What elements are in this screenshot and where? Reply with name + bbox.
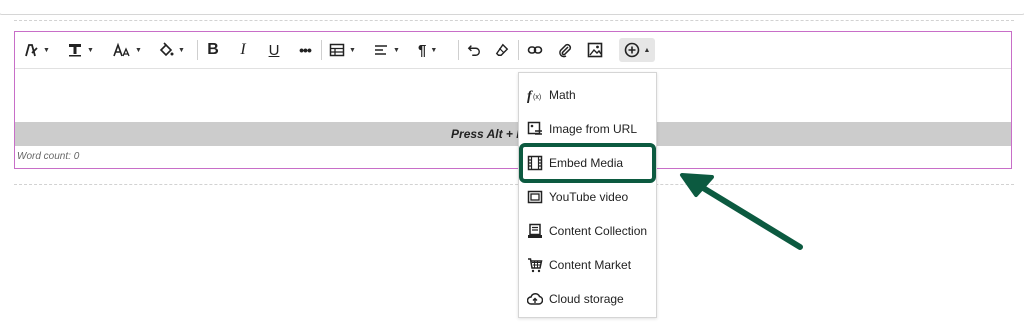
menu-item-label: Cloud storage <box>549 292 624 306</box>
undo-icon <box>467 43 481 57</box>
font-size-button[interactable]: ▼ <box>113 38 142 62</box>
shopping-cart-icon <box>527 257 543 273</box>
attach-file-button[interactable] <box>555 38 575 62</box>
table-button[interactable]: ▼ <box>329 38 356 62</box>
text-style-button[interactable]: ▼ <box>23 38 50 62</box>
insert-image-button[interactable] <box>585 38 605 62</box>
eraser-icon <box>495 43 509 57</box>
toolbar-separator <box>458 40 459 60</box>
italic-button[interactable]: I <box>233 38 253 62</box>
dashed-divider-bottom <box>14 184 1014 185</box>
menu-item-label: Math <box>549 88 576 102</box>
menu-item-math[interactable]: f (x) Math <box>519 81 656 109</box>
chevron-down-icon: ▼ <box>349 46 356 54</box>
clear-format-button[interactable] <box>493 38 511 62</box>
menu-item-image-from-url[interactable]: Image from URL <box>519 115 656 143</box>
underline-icon: U <box>268 41 280 59</box>
heading-format-icon <box>67 42 83 58</box>
menu-item-content-collection[interactable]: Content Collection <box>519 217 656 245</box>
menu-item-cloud-storage[interactable]: Cloud storage <box>519 285 656 313</box>
paragraph-button[interactable]: ¶ ▼ <box>418 38 437 62</box>
insert-link-button[interactable] <box>525 38 545 62</box>
image-icon <box>587 42 603 58</box>
video-frame-icon <box>527 189 543 205</box>
bold-icon: B <box>207 41 219 58</box>
annotation-arrow <box>680 173 803 250</box>
highlight-color-button[interactable]: ▼ <box>158 38 185 62</box>
chevron-down-icon: ▼ <box>87 46 94 54</box>
math-function-icon: f (x) <box>527 87 543 103</box>
menu-item-label: Content Collection <box>549 224 648 238</box>
format-heading-button[interactable]: ▼ <box>67 38 94 62</box>
content-collection-icon <box>527 223 543 239</box>
previous-panel-frame <box>0 0 1024 15</box>
undo-button[interactable] <box>465 38 483 62</box>
chevron-down-icon: ▼ <box>178 46 185 54</box>
align-button[interactable]: ▼ <box>373 38 400 62</box>
accessibility-status-bar: Press Alt + F10 to acc <box>15 122 1011 146</box>
align-left-icon <box>373 42 389 58</box>
insert-content-menu: f (x) Math Image from URL Embed Media You… <box>518 72 657 318</box>
word-count: Word count: 0 <box>17 151 80 162</box>
chevron-down-icon: ▼ <box>43 46 50 54</box>
dashed-divider-top <box>14 20 1014 21</box>
image-url-icon <box>527 121 543 137</box>
toolbar-separator <box>321 40 322 60</box>
toolbar-separator <box>518 40 519 60</box>
toolbar-separator <box>197 40 198 60</box>
chevron-up-icon: ▲ <box>643 46 651 54</box>
menu-item-label: Content Market <box>549 258 632 272</box>
editor-toolbar: ▼ ▼ ▼ ▼ B I U ••• ▼ ▼ ¶ ▼ ▲ <box>15 32 1011 69</box>
insert-content-button[interactable]: ▲ <box>619 38 655 62</box>
chevron-down-icon: ▼ <box>430 46 438 54</box>
link-icon <box>527 42 543 58</box>
underline-button[interactable]: U <box>264 38 284 62</box>
font-size-icon <box>113 42 131 58</box>
more-dots-icon: ••• <box>299 42 312 58</box>
menu-item-label: YouTube video <box>549 190 629 204</box>
more-button[interactable]: ••• <box>295 38 315 62</box>
menu-item-content-market[interactable]: Content Market <box>519 251 656 279</box>
menu-item-youtube-video[interactable]: YouTube video <box>519 183 656 211</box>
svg-text:(x): (x) <box>533 94 541 101</box>
cloud-upload-icon <box>527 291 543 307</box>
menu-item-label: Image from URL <box>549 122 638 136</box>
paperclip-icon <box>557 42 573 58</box>
pen-format-icon <box>23 42 39 58</box>
chevron-down-icon: ▼ <box>393 46 400 54</box>
bold-button[interactable]: B <box>203 38 223 62</box>
table-icon <box>329 42 345 58</box>
italic-icon: I <box>240 41 246 58</box>
paint-bucket-icon <box>158 42 174 58</box>
plus-circle-icon <box>624 42 640 58</box>
rich-text-editor[interactable]: ▼ ▼ ▼ ▼ B I U ••• ▼ ▼ ¶ ▼ ▲ Press Alt + … <box>14 31 1012 169</box>
pilcrow-icon: ¶ <box>418 41 427 59</box>
chevron-down-icon: ▼ <box>135 46 142 54</box>
annotation-highlight-box <box>519 143 656 183</box>
